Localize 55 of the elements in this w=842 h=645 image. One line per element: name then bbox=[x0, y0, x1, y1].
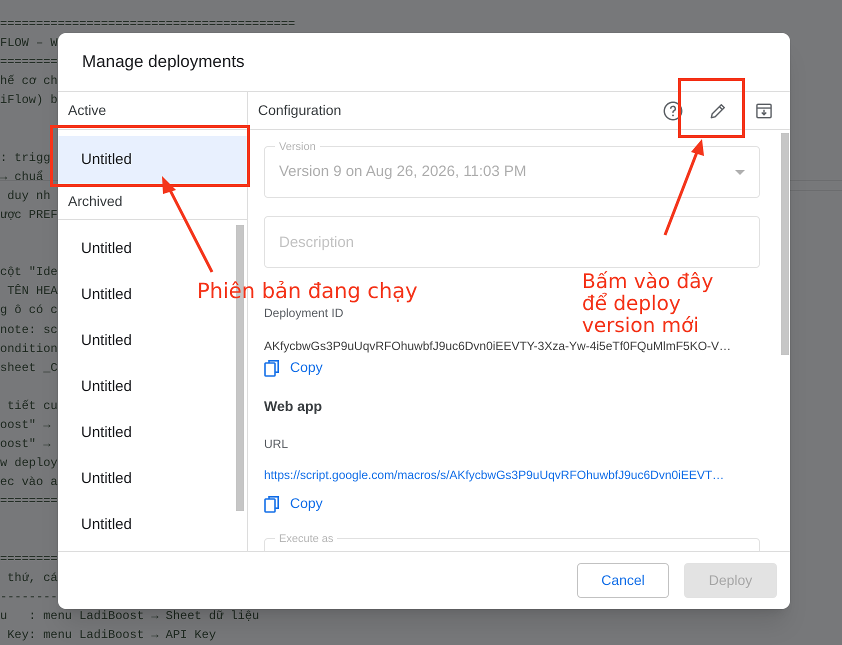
code-line: note: sc bbox=[0, 322, 58, 338]
code-line: ======== bbox=[0, 550, 58, 568]
code-line: -------- bbox=[0, 588, 58, 606]
code-line: g ô có c bbox=[0, 302, 58, 320]
code-line: duy nh bbox=[6, 188, 50, 205]
help-icon[interactable] bbox=[661, 98, 685, 122]
code-line: ======== bbox=[0, 493, 58, 510]
code-line: ======== bbox=[0, 54, 58, 72]
code-line: hế cơ ch bbox=[0, 73, 58, 90]
deployment-id: AKfycbwGs3P9uUqvRFOhuwbfJ9uc6Dvn0iEEVTY-3Xza-Yw-4i5eTf0FQuMlmF5KO-V… bbox=[264, 338, 732, 355]
deployment-item[interactable]: Untitled bbox=[58, 226, 155, 272]
code-line: ondition bbox=[0, 340, 58, 358]
code-line: FLOW – W bbox=[0, 35, 58, 52]
copy-button[interactable]: Copy bbox=[264, 357, 323, 378]
scrollbar[interactable] bbox=[781, 133, 789, 355]
dialog-button[interactable]: Cancel bbox=[577, 563, 669, 598]
annotation-text: Phiên bản đang chạy bbox=[197, 279, 418, 304]
code-line: thứ, cá bbox=[6, 570, 58, 587]
description-field[interactable]: Description bbox=[264, 216, 760, 268]
section-heading: Active bbox=[68, 101, 106, 120]
copy-icon bbox=[264, 358, 280, 376]
dropdown-caret-icon bbox=[735, 170, 745, 174]
section-heading: Web app bbox=[264, 397, 324, 416]
code-line: Key: menu LadiBoost → API Key bbox=[6, 627, 216, 644]
deployment-item[interactable]: Untitled bbox=[58, 136, 247, 184]
deployment-item[interactable]: Untitled bbox=[58, 318, 155, 364]
code-line: u : menu LadiBoost → Sheet dữ liệu bbox=[0, 608, 260, 625]
annotation-text: Bấm vào đây để deploy version mới bbox=[582, 270, 714, 336]
field-label: URL bbox=[264, 436, 290, 453]
copy-button[interactable]: Copy bbox=[264, 493, 323, 514]
deployment-item[interactable]: Untitled bbox=[58, 456, 155, 502]
copy-icon bbox=[264, 494, 280, 512]
code-line: cột "Ide bbox=[0, 264, 58, 282]
code-line: oost" → bbox=[0, 436, 50, 454]
code-line: ec vào a bbox=[0, 474, 58, 492]
deployment-item[interactable]: Untitled bbox=[58, 272, 155, 318]
section-heading: Archived bbox=[68, 192, 122, 211]
code-line: ========================================= bbox=[0, 16, 296, 33]
url-link[interactable]: https://script.google.com/macros/s/AKfycbwGs3P9uUqvRFOhuwbfJ9uc6Dvn0iEEVT… bbox=[264, 466, 760, 484]
code-line: w deploy bbox=[0, 455, 58, 472]
deployment-item[interactable]: Untitled bbox=[58, 364, 155, 410]
code-line: → chuẩ bbox=[0, 168, 44, 186]
code-line: oost" → bbox=[0, 416, 50, 434]
dialog-title: Manage deployments bbox=[82, 51, 245, 74]
field-label: Deployment ID bbox=[264, 305, 344, 322]
code-line: : trigg bbox=[0, 150, 50, 167]
code-line: TÊN HEA bbox=[6, 283, 58, 300]
code-line: ược PREF bbox=[0, 206, 58, 224]
highlight-box bbox=[678, 78, 745, 138]
deployment-item[interactable]: Untitled bbox=[58, 410, 155, 456]
code-line: iFlow) b bbox=[0, 92, 58, 110]
code-line: sheet _C bbox=[0, 360, 58, 377]
panel-heading: Configuration bbox=[258, 101, 342, 120]
code-line: tiết cu bbox=[6, 398, 58, 415]
deployment-item[interactable]: Untitled bbox=[58, 502, 155, 548]
